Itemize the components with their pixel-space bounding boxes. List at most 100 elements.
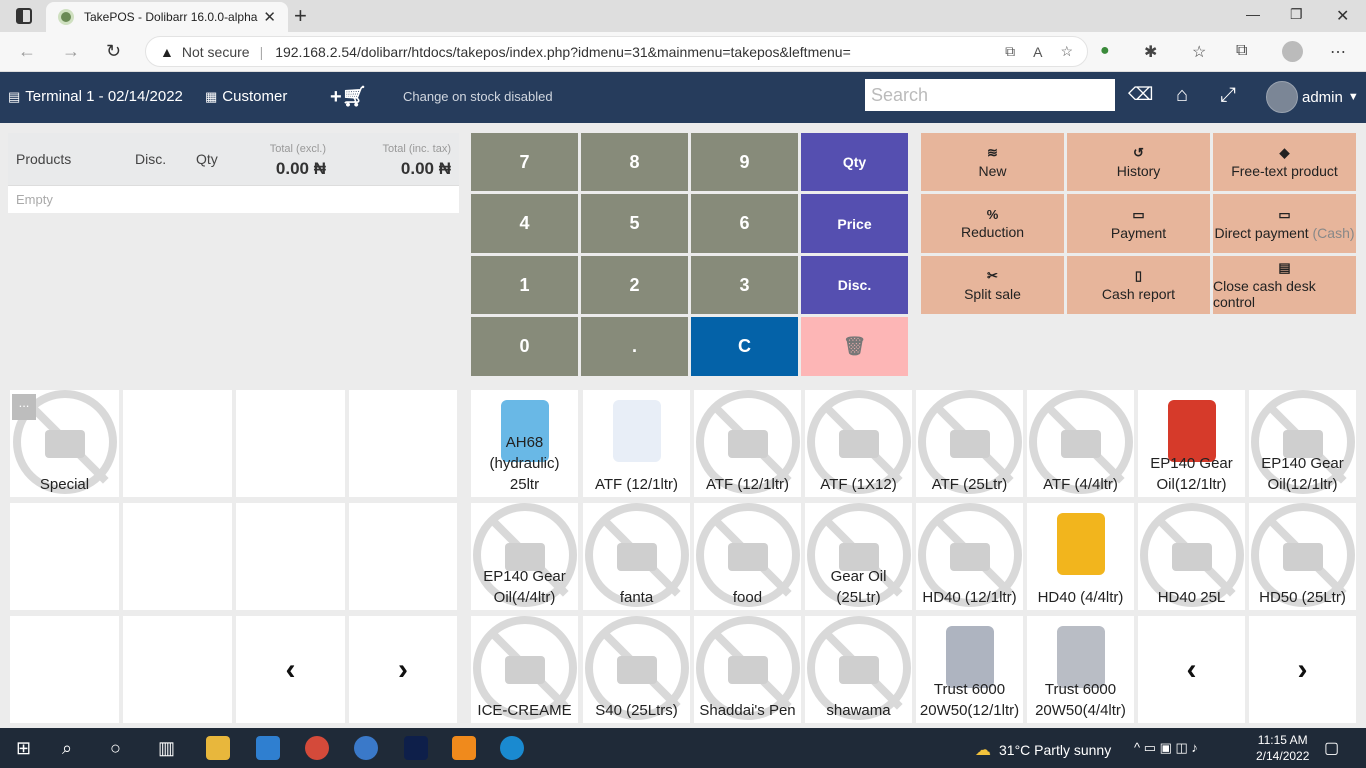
dolibarr-icon[interactable] xyxy=(404,736,428,760)
product-tile[interactable]: HD40 25L xyxy=(1138,503,1245,610)
warning-icon[interactable]: ▲ xyxy=(160,44,174,60)
key-0[interactable]: 0 xyxy=(471,317,578,376)
reduction-button[interactable]: % Reduction xyxy=(921,194,1064,253)
category-prev-button[interactable]: ‹ xyxy=(236,616,345,723)
close-window-icon[interactable]: ✕ xyxy=(1336,6,1349,26)
edge-icon[interactable] xyxy=(500,736,524,760)
key-5[interactable]: 5 xyxy=(581,194,688,253)
new-button[interactable]: ≋ New xyxy=(921,133,1064,191)
disc-button[interactable]: Disc. xyxy=(801,256,908,314)
key-8[interactable]: 8 xyxy=(581,133,688,191)
close-cash-desk-button[interactable]: ▤ Close cash desk control xyxy=(1213,256,1356,314)
notification-icon[interactable]: ▢ xyxy=(1324,738,1339,758)
collections-icon[interactable]: ⧉ xyxy=(1236,42,1247,60)
weather-widget[interactable]: ☁ 31°C Partly sunny xyxy=(975,740,1111,760)
fullscreen-icon[interactable]: ⤢ xyxy=(1220,84,1236,107)
app-icon[interactable] xyxy=(354,736,378,760)
key-3[interactable]: 3 xyxy=(691,256,798,314)
product-tile[interactable]: ATF (12/1ltr) xyxy=(694,390,801,497)
history-button[interactable]: ↺ History xyxy=(1067,133,1210,191)
system-tray-icons[interactable]: ^ ▭ ▣ ◫ ♪ xyxy=(1134,740,1198,756)
settings-menu-icon[interactable]: ⋯ xyxy=(1330,42,1346,62)
payment-button[interactable]: ▭ Payment xyxy=(1067,194,1210,253)
customer-button[interactable]: ▦ Customer xyxy=(205,88,287,105)
clear-button[interactable]: C xyxy=(691,317,798,376)
address-bar[interactable]: ▲ Not secure | 192.168.2.54/dolibarr/htd… xyxy=(145,36,1088,67)
file-explorer-icon[interactable] xyxy=(206,736,230,760)
product-tile[interactable]: AH68 (hydraulic) 25ltr xyxy=(471,390,578,497)
product-tile[interactable]: Trust 6000 20W50(4/4ltr) xyxy=(1027,616,1134,723)
direct-payment-button[interactable]: ▭ Direct payment (Cash) xyxy=(1213,194,1356,253)
qty-button[interactable]: Qty xyxy=(801,133,908,191)
product-tile[interactable]: Gear Oil (25Ltr) xyxy=(805,503,912,610)
add-to-cart-icon[interactable]: +🛒︎ xyxy=(330,84,367,109)
product-tile[interactable]: Trust 6000 20W50(12/1ltr) xyxy=(916,616,1023,723)
product-tile[interactable]: Shaddai's Pen xyxy=(694,616,801,723)
product-tile[interactable]: EP140 Gear Oil(12/1ltr) xyxy=(1138,390,1245,497)
key-2[interactable]: 2 xyxy=(581,256,688,314)
restore-icon[interactable]: ❐ xyxy=(1290,6,1303,23)
product-tile[interactable]: S40 (25Ltrs) xyxy=(583,616,690,723)
tab-actions-icon[interactable] xyxy=(16,8,32,24)
product-label: ATF (1X12) xyxy=(820,476,897,493)
browser-tab[interactable]: TakePOS - Dolibarr 16.0.0-alpha ✕ xyxy=(46,2,288,32)
vlc-icon[interactable] xyxy=(452,736,476,760)
product-next-button[interactable]: › xyxy=(1249,616,1356,723)
favorite-add-icon[interactable]: ☆ xyxy=(1060,43,1073,60)
back-icon[interactable]: ← xyxy=(18,41,36,62)
product-tile[interactable]: ATF (12/1ltr) xyxy=(583,390,690,497)
open-in-app-icon[interactable]: ⧉ xyxy=(1005,43,1015,60)
profile-icon[interactable] xyxy=(1282,41,1303,62)
minimize-icon[interactable]: — xyxy=(1246,6,1260,22)
new-tab-button[interactable]: + xyxy=(294,3,307,29)
task-view-icon[interactable]: ▥ xyxy=(158,738,175,759)
product-tile[interactable]: ATF (4/4ltr) xyxy=(1027,390,1134,497)
product-tile[interactable]: ATF (1X12) xyxy=(805,390,912,497)
chrome-icon[interactable] xyxy=(305,736,329,760)
home-icon[interactable]: ⌂ xyxy=(1176,84,1188,107)
extension-icon[interactable]: ● xyxy=(1100,42,1110,60)
key-4[interactable]: 4 xyxy=(471,194,578,253)
key-dot[interactable]: . xyxy=(581,317,688,376)
product-tile[interactable]: EP140 Gear Oil(12/1ltr) xyxy=(1249,390,1356,497)
category-next-button[interactable]: › xyxy=(349,616,457,723)
key-9[interactable]: 9 xyxy=(691,133,798,191)
clear-search-icon[interactable]: ⌫ xyxy=(1128,84,1153,105)
product-prev-button[interactable]: ‹ xyxy=(1138,616,1245,723)
user-menu[interactable]: admin ▼ xyxy=(1266,81,1359,113)
product-tile[interactable]: HD50 (25Ltr) xyxy=(1249,503,1356,610)
not-secure-label[interactable]: Not secure xyxy=(182,44,250,60)
product-tile[interactable]: fanta xyxy=(583,503,690,610)
mail-icon[interactable] xyxy=(256,736,280,760)
product-tile[interactable]: shawama xyxy=(805,616,912,723)
reload-icon[interactable]: ↻ xyxy=(106,41,121,62)
product-tile[interactable]: ICE-CREAME xyxy=(471,616,578,723)
forward-icon[interactable]: → xyxy=(62,41,80,62)
product-tile[interactable]: EP140 Gear Oil(4/4ltr) xyxy=(471,503,578,610)
price-button[interactable]: Price xyxy=(801,194,908,253)
more-categories-button[interactable]: ... xyxy=(12,394,36,420)
split-sale-button[interactable]: ✂ Split sale xyxy=(921,256,1064,314)
product-tile[interactable]: HD40 (4/4ltr) xyxy=(1027,503,1134,610)
free-text-product-button[interactable]: ◆ Free-text product xyxy=(1213,133,1356,191)
terminal-selector[interactable]: ▤ Terminal 1 - 02/14/2022 xyxy=(8,88,183,105)
key-7[interactable]: 7 xyxy=(471,133,578,191)
key-6[interactable]: 6 xyxy=(691,194,798,253)
extensions-puzzle-icon[interactable]: ✱ xyxy=(1144,42,1157,62)
clock[interactable]: 11:15 AM 2/14/2022 xyxy=(1256,732,1309,764)
product-tile[interactable]: ATF (25Ltr) xyxy=(916,390,1023,497)
close-tab-icon[interactable]: ✕ xyxy=(263,8,276,26)
search-input[interactable] xyxy=(865,79,1115,111)
search-icon[interactable]: ⌕ xyxy=(62,738,72,759)
favorites-icon[interactable]: ☆ xyxy=(1192,42,1206,62)
product-tile[interactable]: food xyxy=(694,503,801,610)
cash-report-button[interactable]: ▯ Cash report xyxy=(1067,256,1210,314)
cortana-icon[interactable]: ○ xyxy=(110,738,121,759)
read-aloud-icon[interactable]: A xyxy=(1033,44,1042,60)
cash-register-icon: ▤ xyxy=(8,88,21,104)
product-tile[interactable]: HD40 (12/1ltr) xyxy=(916,503,1023,610)
delete-line-button[interactable]: 🗑︎ xyxy=(801,317,908,376)
url-text[interactable]: 192.168.2.54/dolibarr/htdocs/takepos/ind… xyxy=(275,44,987,60)
key-1[interactable]: 1 xyxy=(471,256,578,314)
windows-start-icon[interactable]: ⊞ xyxy=(16,738,31,759)
